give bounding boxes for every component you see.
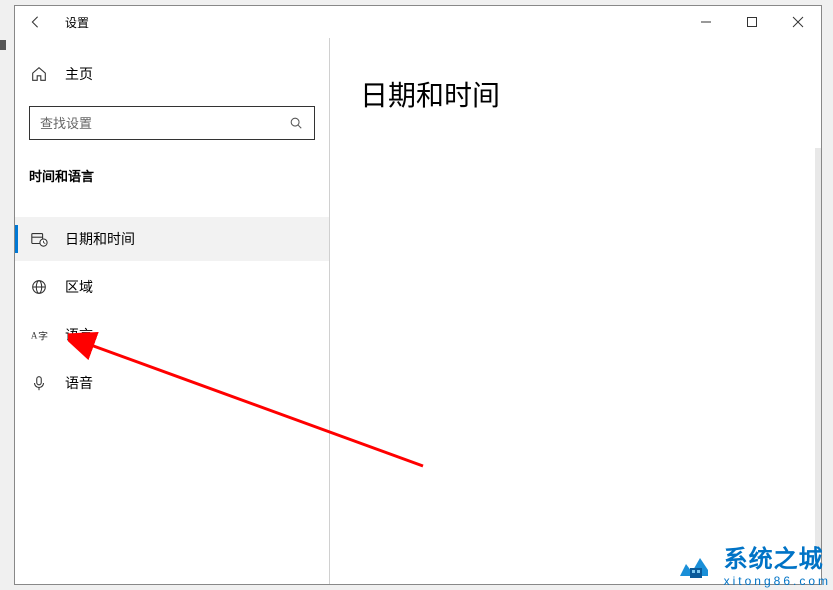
decorative-dot <box>0 40 6 50</box>
nav-item-speech[interactable]: 语音 <box>15 361 329 405</box>
back-button[interactable] <box>15 6 55 38</box>
search-box[interactable] <box>29 106 315 140</box>
nav-label: 语言 <box>65 325 93 345</box>
language-icon: A字 <box>29 325 49 345</box>
microphone-icon <box>29 373 49 393</box>
search-icon <box>288 115 304 131</box>
nav-label: 区域 <box>65 277 93 297</box>
search-input[interactable] <box>40 116 288 131</box>
calendar-clock-icon <box>29 229 49 249</box>
nav-item-language[interactable]: A字 语言 <box>15 313 329 357</box>
section-label: 时间和语言 <box>15 154 329 193</box>
home-nav[interactable]: 主页 <box>15 56 329 92</box>
main-content: 日期和时间 <box>330 38 821 584</box>
maximize-button[interactable] <box>729 6 775 38</box>
page-title: 日期和时间 <box>360 74 791 114</box>
sidebar: 主页 时间和语言 日期和时间 <box>15 38 330 584</box>
nav-item-datetime[interactable]: 日期和时间 <box>15 217 329 261</box>
window-title: 设置 <box>55 14 89 31</box>
globe-icon <box>29 277 49 297</box>
nav-label: 日期和时间 <box>65 229 135 249</box>
nav-items: 日期和时间 区域 A字 语言 <box>15 217 329 405</box>
home-icon <box>29 64 49 84</box>
svg-text:字: 字 <box>38 330 48 343</box>
close-button[interactable] <box>775 6 821 38</box>
settings-window: 设置 主页 时间和语言 <box>14 5 822 585</box>
scrollbar[interactable] <box>815 148 821 548</box>
content-area: 主页 时间和语言 日期和时间 <box>15 38 821 584</box>
titlebar: 设置 <box>15 6 821 38</box>
minimize-button[interactable] <box>683 6 729 38</box>
nav-item-region[interactable]: 区域 <box>15 265 329 309</box>
svg-text:A: A <box>31 331 38 341</box>
nav-label: 语音 <box>65 373 93 393</box>
home-label: 主页 <box>65 64 93 84</box>
